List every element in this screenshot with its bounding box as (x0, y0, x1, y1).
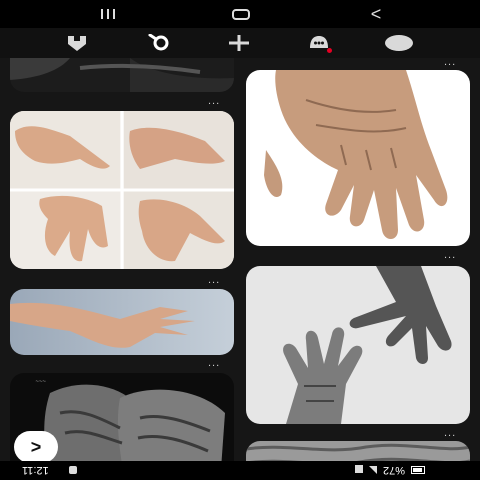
signal-icon (369, 466, 377, 474)
pin-image (246, 266, 470, 424)
search-icon[interactable] (144, 32, 174, 54)
pin-aged-hand[interactable] (246, 70, 470, 246)
alarm-icon (355, 464, 363, 476)
pin-image (10, 289, 234, 355)
more-options-icon[interactable]: ... (208, 96, 220, 107)
system-status-bar: 12:11 %72 (0, 461, 480, 480)
create-plus-icon[interactable] (224, 32, 254, 54)
bottom-tab-bar (0, 28, 480, 58)
pin-image (246, 441, 470, 461)
back-triangle-icon[interactable]: < (364, 4, 388, 24)
notification-app-icon (68, 465, 78, 478)
notification-badge (327, 48, 332, 53)
pin-skin-texture[interactable] (246, 441, 470, 461)
svg-text:~~~: ~~~ (35, 377, 46, 383)
back-label: > (30, 436, 42, 457)
more-options-icon[interactable]: ... (444, 250, 456, 261)
system-navigation-bar: < (0, 0, 480, 28)
pin-image (10, 111, 234, 269)
pin-image (246, 70, 470, 246)
home-button-icon[interactable] (229, 4, 253, 24)
pinterest-home-screen: < ... ... ... ~~~ ... ... ... > 12:11 %7… (0, 0, 480, 480)
pin-reaching-arm[interactable] (10, 289, 234, 355)
home-icon[interactable] (62, 32, 92, 54)
battery-icon (411, 466, 426, 474)
recents-icon[interactable] (96, 4, 120, 24)
more-options-icon[interactable]: ... (444, 428, 456, 439)
pin-image (10, 58, 234, 92)
battery-percent: %72 (383, 464, 406, 476)
pin-top-partial[interactable] (10, 58, 234, 92)
clock: 12:11 (22, 464, 49, 476)
pin-bw-hands[interactable] (246, 266, 470, 424)
chevron-back-icon[interactable]: > (14, 431, 58, 463)
more-options-icon[interactable]: ... (208, 275, 220, 286)
pin-feed: ... ... ... ~~~ ... ... ... (0, 58, 480, 461)
more-options-icon[interactable]: ... (208, 358, 220, 369)
profile-icon[interactable] (384, 32, 414, 54)
pin-hand-collage[interactable] (10, 111, 234, 269)
notifications-icon[interactable] (304, 32, 334, 54)
more-options-icon[interactable]: ... (444, 58, 456, 68)
